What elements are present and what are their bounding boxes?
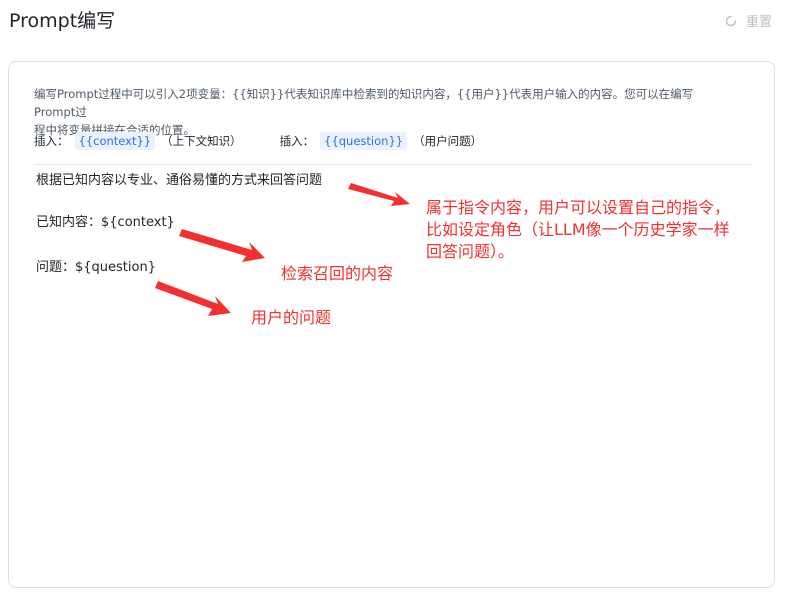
arrow-context <box>179 229 265 262</box>
annotation-arrows <box>155 183 410 316</box>
arrow-instruction <box>348 183 410 206</box>
arrow-question <box>155 281 231 316</box>
annotation-question-note: 用户的问题 <box>251 308 332 327</box>
annotation-instruction-line-1: 属于指令内容，用户可以设置自己的指令， <box>426 198 731 217</box>
annotation-instruction-line-3: 回答问题）。 <box>426 242 515 261</box>
annotation-context-note: 检索召回的内容 <box>281 264 394 283</box>
annotation-instruction-line-2: 比如设定角色（让LLM像一个历史学家一样 <box>426 220 730 239</box>
